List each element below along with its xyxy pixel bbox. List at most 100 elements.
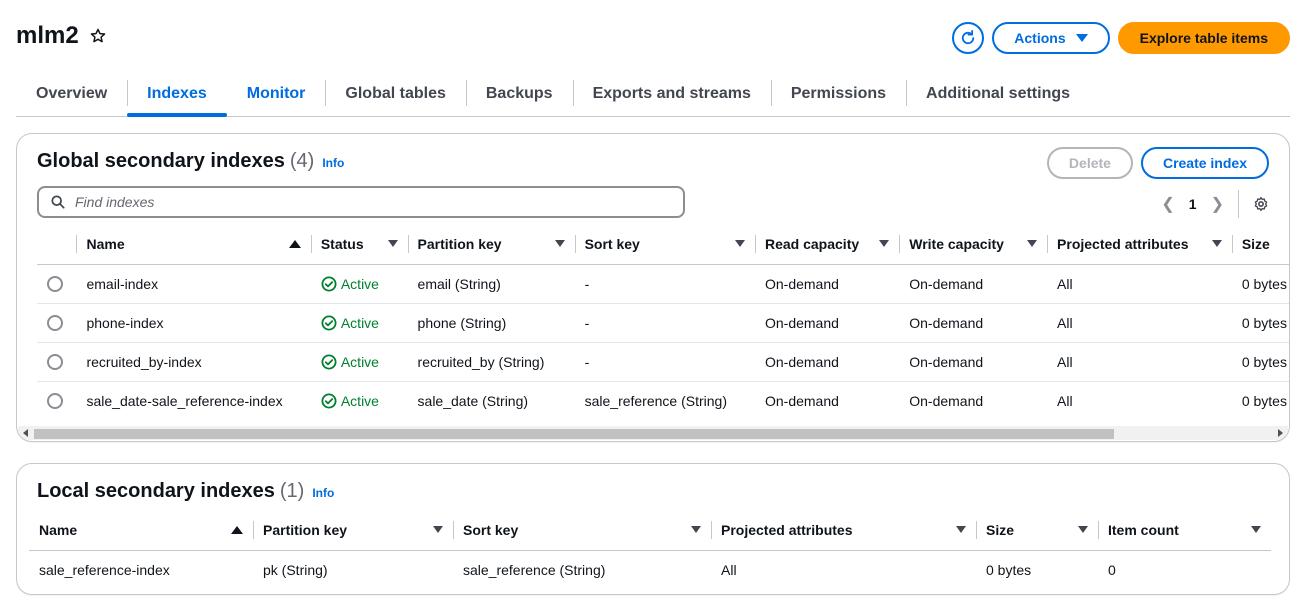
row-select-radio[interactable] xyxy=(47,315,63,332)
sort-icon xyxy=(879,240,890,248)
chevron-left-icon[interactable]: ❮ xyxy=(1161,194,1174,214)
refresh-icon xyxy=(962,29,975,45)
gear-icon[interactable] xyxy=(1253,196,1269,212)
lsi-heading: Local secondary indexes (1) Info xyxy=(37,480,334,503)
explore-label: Explore table items xyxy=(1139,30,1268,46)
index-name: recruited_by-index xyxy=(76,341,311,381)
search-input[interactable] xyxy=(75,194,655,210)
projected-attributes-cell: All xyxy=(1047,302,1232,342)
sort-icon xyxy=(1211,240,1222,248)
column-header-projected-attributes[interactable]: Projected attributes xyxy=(1047,224,1232,264)
table-row[interactable]: sale_date-sale_reference-index Active sa… xyxy=(37,380,1289,420)
tab-indexes[interactable]: Indexes xyxy=(127,76,227,117)
lsi-count: (1) xyxy=(279,480,305,502)
star-icon[interactable] xyxy=(89,27,107,45)
column-header-sort-key[interactable]: Sort key xyxy=(574,224,755,264)
row-select-radio[interactable] xyxy=(47,354,63,371)
size-cell: 0 bytes xyxy=(1231,380,1289,420)
index-name: sale_reference-index xyxy=(39,561,170,578)
column-header-size[interactable]: Size xyxy=(1231,224,1289,264)
tab-monitor[interactable]: Monitor xyxy=(227,76,326,112)
sort-key-cell: - xyxy=(584,275,590,292)
tab-bar: Overview Indexes Monitor Global tables B… xyxy=(16,76,1290,117)
horizontal-scrollbar[interactable] xyxy=(18,426,1288,440)
sort-key-cell: sale_reference (String) xyxy=(574,380,755,420)
item-count-cell: 0 xyxy=(1108,561,1116,578)
header-actions: Actions Explore table items xyxy=(952,22,1290,54)
sort-icon xyxy=(387,240,398,248)
tab-global-tables[interactable]: Global tables xyxy=(325,76,465,112)
column-header-partition-key[interactable]: Partition key xyxy=(253,510,453,550)
tab-backups[interactable]: Backups xyxy=(465,76,573,112)
actions-dropdown-button[interactable]: Actions xyxy=(992,22,1110,54)
delete-button[interactable]: Delete xyxy=(1046,147,1133,179)
index-name: phone-index xyxy=(76,302,311,342)
gsi-table: Name Status Partition key Sort key Read … xyxy=(37,224,1289,420)
actions-label: Actions xyxy=(1014,30,1066,46)
chevron-right-icon[interactable]: ❯ xyxy=(1211,194,1224,214)
tab-exports-and-streams[interactable]: Exports and streams xyxy=(572,76,771,112)
column-header-read-capacity[interactable]: Read capacity xyxy=(754,224,899,264)
table-name: mlm2 xyxy=(16,22,79,49)
local-secondary-indexes-panel: Local secondary indexes (1) Info Name Pa… xyxy=(16,463,1290,595)
explore-table-items-button[interactable]: Explore table items xyxy=(1117,22,1290,54)
column-header-write-capacity[interactable]: Write capacity xyxy=(899,224,1047,264)
tab-permissions[interactable]: Permissions xyxy=(770,76,906,112)
scroll-left-arrow-icon[interactable] xyxy=(23,429,28,437)
pager-divider xyxy=(1238,190,1239,218)
column-header-projected-attributes[interactable]: Projected attributes xyxy=(711,510,976,550)
row-select-radio[interactable] xyxy=(47,276,63,293)
status-indicator: Active xyxy=(321,393,398,409)
size-cell: 0 bytes xyxy=(1231,302,1289,342)
lsi-title: Local secondary indexes xyxy=(37,480,275,502)
success-check-icon xyxy=(321,276,337,291)
column-header-name[interactable]: Name xyxy=(76,224,310,264)
column-header-size[interactable]: Size xyxy=(976,510,1098,550)
success-check-icon xyxy=(321,315,337,330)
tab-additional-settings[interactable]: Additional settings xyxy=(906,76,1090,112)
page-number[interactable]: 1 xyxy=(1189,196,1197,212)
projected-attributes-cell: All xyxy=(1057,275,1073,292)
sort-ascending-icon xyxy=(288,239,301,248)
gsi-actions: Delete Create index xyxy=(1046,147,1269,179)
sort-ascending-icon xyxy=(231,525,243,534)
find-indexes-search[interactable] xyxy=(37,186,685,218)
select-column-header xyxy=(37,224,76,264)
tab-overview[interactable]: Overview xyxy=(16,76,127,112)
table-row[interactable]: sale_reference-index pk (String) sale_re… xyxy=(29,550,1271,589)
column-header-sort-key[interactable]: Sort key xyxy=(453,510,711,550)
row-select-radio[interactable] xyxy=(47,393,63,410)
column-header-name[interactable]: Name xyxy=(29,510,253,550)
sort-key-cell: - xyxy=(574,341,755,381)
scroll-right-arrow-icon[interactable] xyxy=(1278,429,1283,437)
status-indicator: Active xyxy=(321,315,398,331)
sort-icon xyxy=(1027,240,1038,248)
column-header-item-count[interactable]: Item count xyxy=(1098,510,1271,550)
read-capacity-cell: On-demand xyxy=(764,275,839,292)
success-check-icon xyxy=(321,393,337,409)
partition-key-cell: pk (String) xyxy=(263,561,328,578)
refresh-button[interactable] xyxy=(952,22,985,54)
scrollbar-thumb[interactable] xyxy=(34,429,1114,439)
sort-key-cell: sale_reference (String) xyxy=(463,561,606,578)
partition-key-cell: recruited_by (String) xyxy=(407,341,575,381)
column-header-partition-key[interactable]: Partition key xyxy=(407,224,575,264)
size-cell: 0 bytes xyxy=(986,561,1032,578)
gsi-info-link[interactable]: Info xyxy=(322,156,344,170)
status-indicator: Active xyxy=(321,354,398,370)
table-row[interactable]: recruited_by-index Active recruited_by (… xyxy=(37,341,1289,381)
gsi-heading: Global secondary indexes (4) Info xyxy=(37,150,344,173)
sort-icon xyxy=(554,240,565,248)
table-row[interactable]: phone-index Active phone (String) - On-d… xyxy=(37,302,1289,342)
write-capacity-cell: On-demand xyxy=(909,275,984,292)
status-indicator: Active xyxy=(321,276,398,292)
create-index-button[interactable]: Create index xyxy=(1140,147,1269,179)
sort-key-cell: - xyxy=(574,302,755,342)
write-capacity-cell: On-demand xyxy=(899,302,1048,342)
table-row[interactable]: email-index Active email (String) - On-d… xyxy=(37,264,1289,303)
column-header-status[interactable]: Status xyxy=(310,224,408,264)
lsi-info-link[interactable]: Info xyxy=(312,486,334,500)
partition-key-cell: email (String) xyxy=(417,275,501,292)
gsi-title: Global secondary indexes xyxy=(37,150,285,172)
search-icon xyxy=(51,195,65,209)
